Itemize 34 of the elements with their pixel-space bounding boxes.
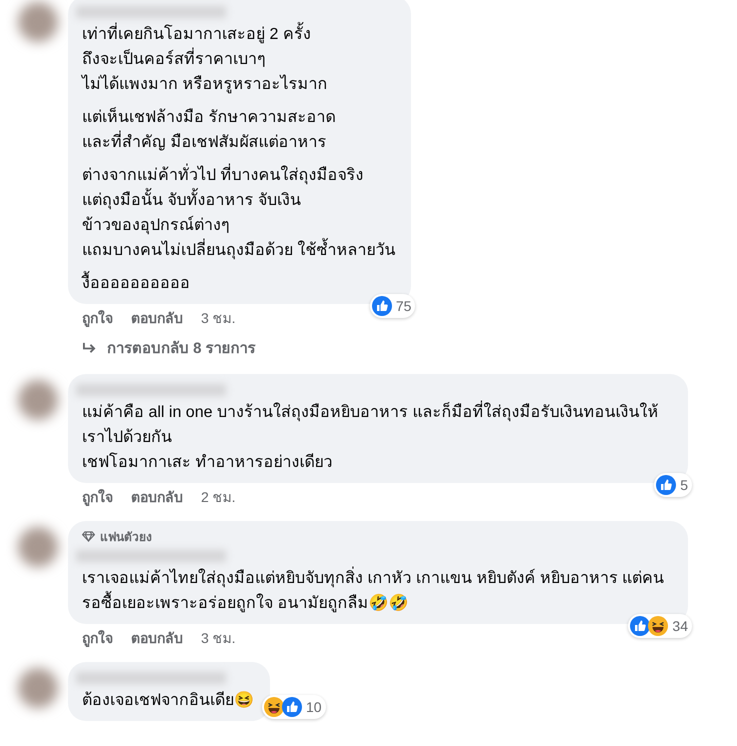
laughing-emoji-icon <box>648 616 668 636</box>
blurred-avatar <box>18 2 58 42</box>
view-replies-link[interactable]: การตอบกลับ 8 รายการ <box>82 336 256 360</box>
comment-text: แม่ค้าคือ all in one บางร้านใส่ถุงมือหยิบอาหาร และก็มือที่ใส่ถุงมือรับเงินทอนเงินให้เราไปด้วยกัน เชฟโอมากาเสะ ทำอาหารอย่างเดียว <box>82 400 672 475</box>
reaction-count[interactable]: 75 <box>370 294 416 318</box>
like-link[interactable]: ถูกใจ <box>82 487 113 507</box>
comment-text: เท่าที่เคยกินโอมากาเสะอยู่ 2 ครั้ง ถึงจะเป็นคอร์สที่ราคาเบาๆ ไม่ได้แพงมาก หรือหรูหราอะไรมาก <box>82 22 396 97</box>
reply-link[interactable]: ตอบกลับ <box>131 308 183 328</box>
fan-badge-label: แฟนตัวยง <box>100 529 152 546</box>
comment-text: เราเจอแม่ค้าไทยใส่ถุงมือแต่หยิบจับทุกสิ่ง เกาหัว เกาแขน หยิบตังค์ หยิบอาหาร แต่คนรอซื้อเยอะเพราะอร่อยถูกใจ อนามัยถูกลืม🤣🤣 <box>82 566 672 616</box>
blurred-avatar <box>18 668 58 708</box>
comment-text: ต่างจากแม่ค้าทั่วไป ที่บางคนใส่ถุงมือจริง แต่ถุงมือนั้น จับทั้งอาหาร จับเงิน ข้าวของอุปกรณ์ต่างๆ แถมบางคนไม่เปลี่ยนถุงมือด้วย ใช้ซ้ำหลายวัน <box>82 163 396 263</box>
like-link[interactable]: ถูกใจ <box>82 628 113 648</box>
blurred-avatar <box>18 527 58 567</box>
reaction-count[interactable]: 34 <box>628 614 692 638</box>
like-icon <box>630 616 650 636</box>
comment-time: 2 ชม. <box>201 488 236 507</box>
blurred-avatar <box>18 380 58 420</box>
reply-link[interactable]: ตอบกลับ <box>131 487 183 507</box>
comment-time: 3 ชม. <box>201 629 236 648</box>
reply-link[interactable]: ตอบกลับ <box>131 628 183 648</box>
reaction-count[interactable]: 10 <box>262 695 326 719</box>
laughing-emoji-icon <box>264 697 284 717</box>
like-icon <box>656 475 676 495</box>
like-icon <box>372 296 392 316</box>
reply-arrow-icon <box>82 342 97 354</box>
like-icon <box>282 697 302 717</box>
comment-text: แต่เห็นเชฟล้างมือ รักษาความสะอาด และที่สำคัญ มือเชฟสัมผัสแต่อาหาร <box>82 106 336 153</box>
like-link[interactable]: ถูกใจ <box>82 308 113 328</box>
diamond-icon <box>82 531 95 542</box>
comment-text: ต้องเจอเชฟจากอินเดีย😆 <box>82 690 254 711</box>
comment-text: งื้ออออออออออ <box>82 271 396 296</box>
comment-time: 3 ชม. <box>201 309 236 328</box>
reaction-count[interactable]: 5 <box>654 473 692 497</box>
